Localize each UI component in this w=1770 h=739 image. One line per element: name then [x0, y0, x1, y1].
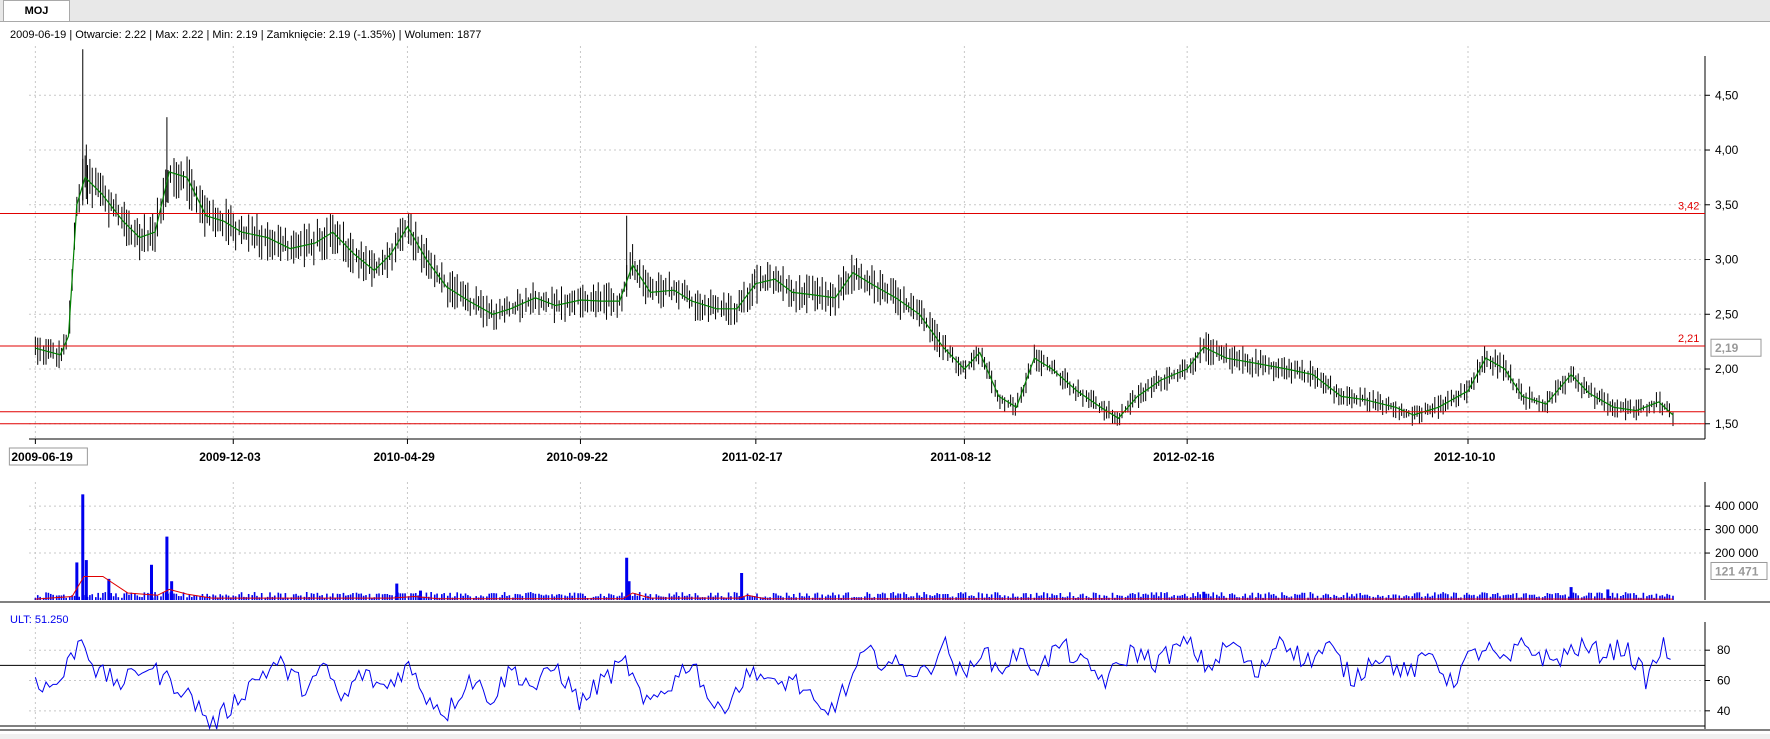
price-level-label: 2,21: [1678, 333, 1699, 345]
price-y-tick-label: 1,50: [1715, 417, 1739, 431]
volume-spike-bar: [84, 560, 88, 600]
volume-y-tick-label: 400 000: [1715, 499, 1759, 513]
ult-y-tick-label: 80: [1717, 643, 1731, 657]
volume-spike-bar: [1606, 589, 1610, 600]
stock-chart[interactable]: 2009-06-19 | Otwarcie: 2.22 | Max: 2.22 …: [0, 22, 1770, 734]
quote-info-bar: 2009-06-19 | Otwarcie: 2.22 | Max: 2.22 …: [10, 29, 481, 41]
date-label: 2010-09-22: [546, 450, 608, 464]
volume-y-tick-label: 200 000: [1715, 546, 1759, 560]
price-y-tick-label: 4,00: [1715, 143, 1739, 157]
date-label: 2010-04-29: [373, 450, 435, 464]
volume-y-tick-label: 300 000: [1715, 523, 1759, 537]
ult-y-tick-label: 40: [1717, 704, 1731, 718]
date-label: 2011-08-12: [930, 450, 991, 464]
date-label: 2012-10-10: [1434, 450, 1496, 464]
price-y-tick-label: 3,50: [1715, 198, 1739, 212]
volume-spike-bar: [75, 562, 79, 600]
date-label: 2012-02-16: [1153, 450, 1215, 464]
price-y-tick-label: 2,00: [1715, 362, 1739, 376]
price-level-label: 3,42: [1678, 201, 1699, 213]
ult-indicator-label: ULT: 51.250: [10, 614, 69, 626]
chart-area: 2009-06-19 | Otwarcie: 2.22 | Max: 2.22 …: [0, 22, 1770, 734]
current-price-label: 2,19: [1715, 341, 1739, 355]
current-volume-label: 121 471: [1715, 564, 1759, 578]
tab-bar: MOJ: [0, 0, 1770, 22]
volume-spike-bar: [418, 590, 422, 600]
ult-y-tick-label: 60: [1717, 674, 1731, 688]
volume-spike-bar: [81, 494, 85, 600]
volume-spike-bar: [1569, 587, 1573, 600]
price-y-tick-label: 2,50: [1715, 307, 1739, 321]
moving-average-line: [35, 171, 1674, 420]
date-label: 2011-02-17: [722, 450, 783, 464]
price-y-tick-label: 3,00: [1715, 253, 1739, 267]
tab-moj[interactable]: MOJ: [3, 0, 70, 21]
price-y-tick-label: 4,50: [1715, 88, 1739, 102]
volume-spike-bar: [740, 573, 744, 600]
volume-spike-bar: [107, 578, 111, 600]
date-label: 2009-06-19: [11, 450, 73, 464]
date-label: 2009-12-03: [199, 450, 261, 464]
volume-spike-bar: [627, 581, 631, 600]
